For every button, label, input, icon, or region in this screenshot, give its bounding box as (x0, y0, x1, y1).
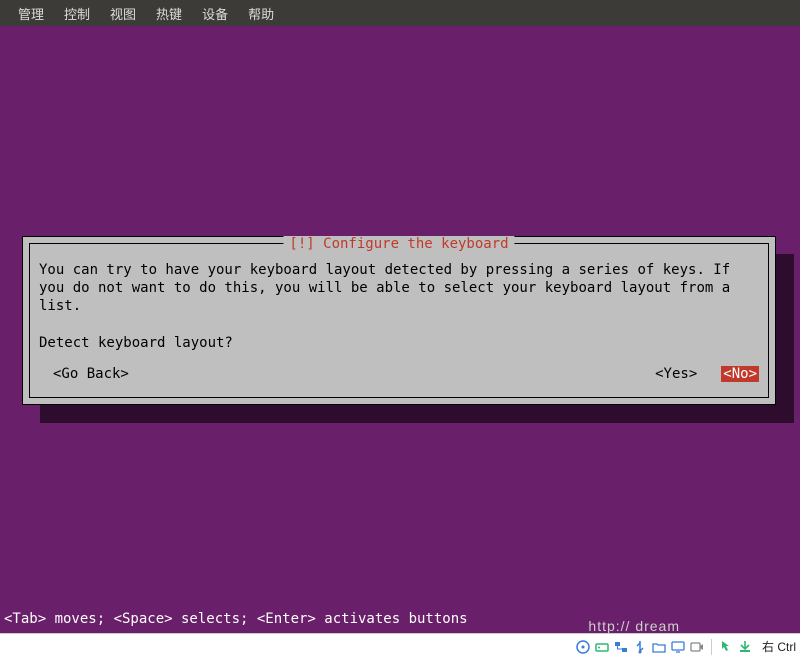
status-tray: 右 Ctrl (575, 638, 796, 655)
dialog-text-2: Detect keyboard layout? (39, 334, 759, 352)
dialog-title: [!] Configure the keyboard (283, 236, 514, 252)
host-key-label: 右 Ctrl (762, 638, 796, 655)
network-icon[interactable] (613, 639, 629, 655)
menu-control[interactable]: 控制 (54, 4, 100, 23)
yes-button[interactable]: <Yes> (655, 366, 697, 382)
recording-icon[interactable] (689, 639, 705, 655)
vm-menubar: 管理 控制 视图 热键 设备 帮助 (0, 0, 800, 26)
menu-devices[interactable]: 设备 (192, 4, 238, 23)
menu-manage[interactable]: 管理 (8, 4, 54, 23)
usb-icon[interactable] (632, 639, 648, 655)
menu-view[interactable]: 视图 (100, 4, 146, 23)
display-icon[interactable] (670, 639, 686, 655)
go-back-button[interactable]: <Go Back> (53, 366, 129, 382)
vm-statusbar: http:// dream 右 (0, 633, 800, 659)
configure-keyboard-dialog: [!] Configure the keyboard You can try t… (22, 236, 776, 405)
keyboard-capture-icon[interactable] (737, 639, 753, 655)
hard-disk-icon[interactable] (594, 639, 610, 655)
menu-help[interactable]: 帮助 (238, 4, 284, 23)
dialog-actions: <Go Back> <Yes> <No> (39, 366, 759, 382)
mouse-integration-icon[interactable] (718, 639, 734, 655)
dialog-body: You can try to have your keyboard layout… (39, 261, 759, 352)
shared-folder-icon[interactable] (651, 639, 667, 655)
dialog-text-1: You can try to have your keyboard layout… (39, 261, 759, 316)
optical-drive-icon[interactable] (575, 639, 591, 655)
no-button[interactable]: <No> (721, 366, 759, 382)
help-bar: <Tab> moves; <Space> selects; <Enter> ac… (4, 611, 468, 627)
tray-separator (711, 639, 712, 655)
menu-hotkeys[interactable]: 热键 (146, 4, 192, 23)
dialog-container: [!] Configure the keyboard You can try t… (22, 236, 776, 405)
